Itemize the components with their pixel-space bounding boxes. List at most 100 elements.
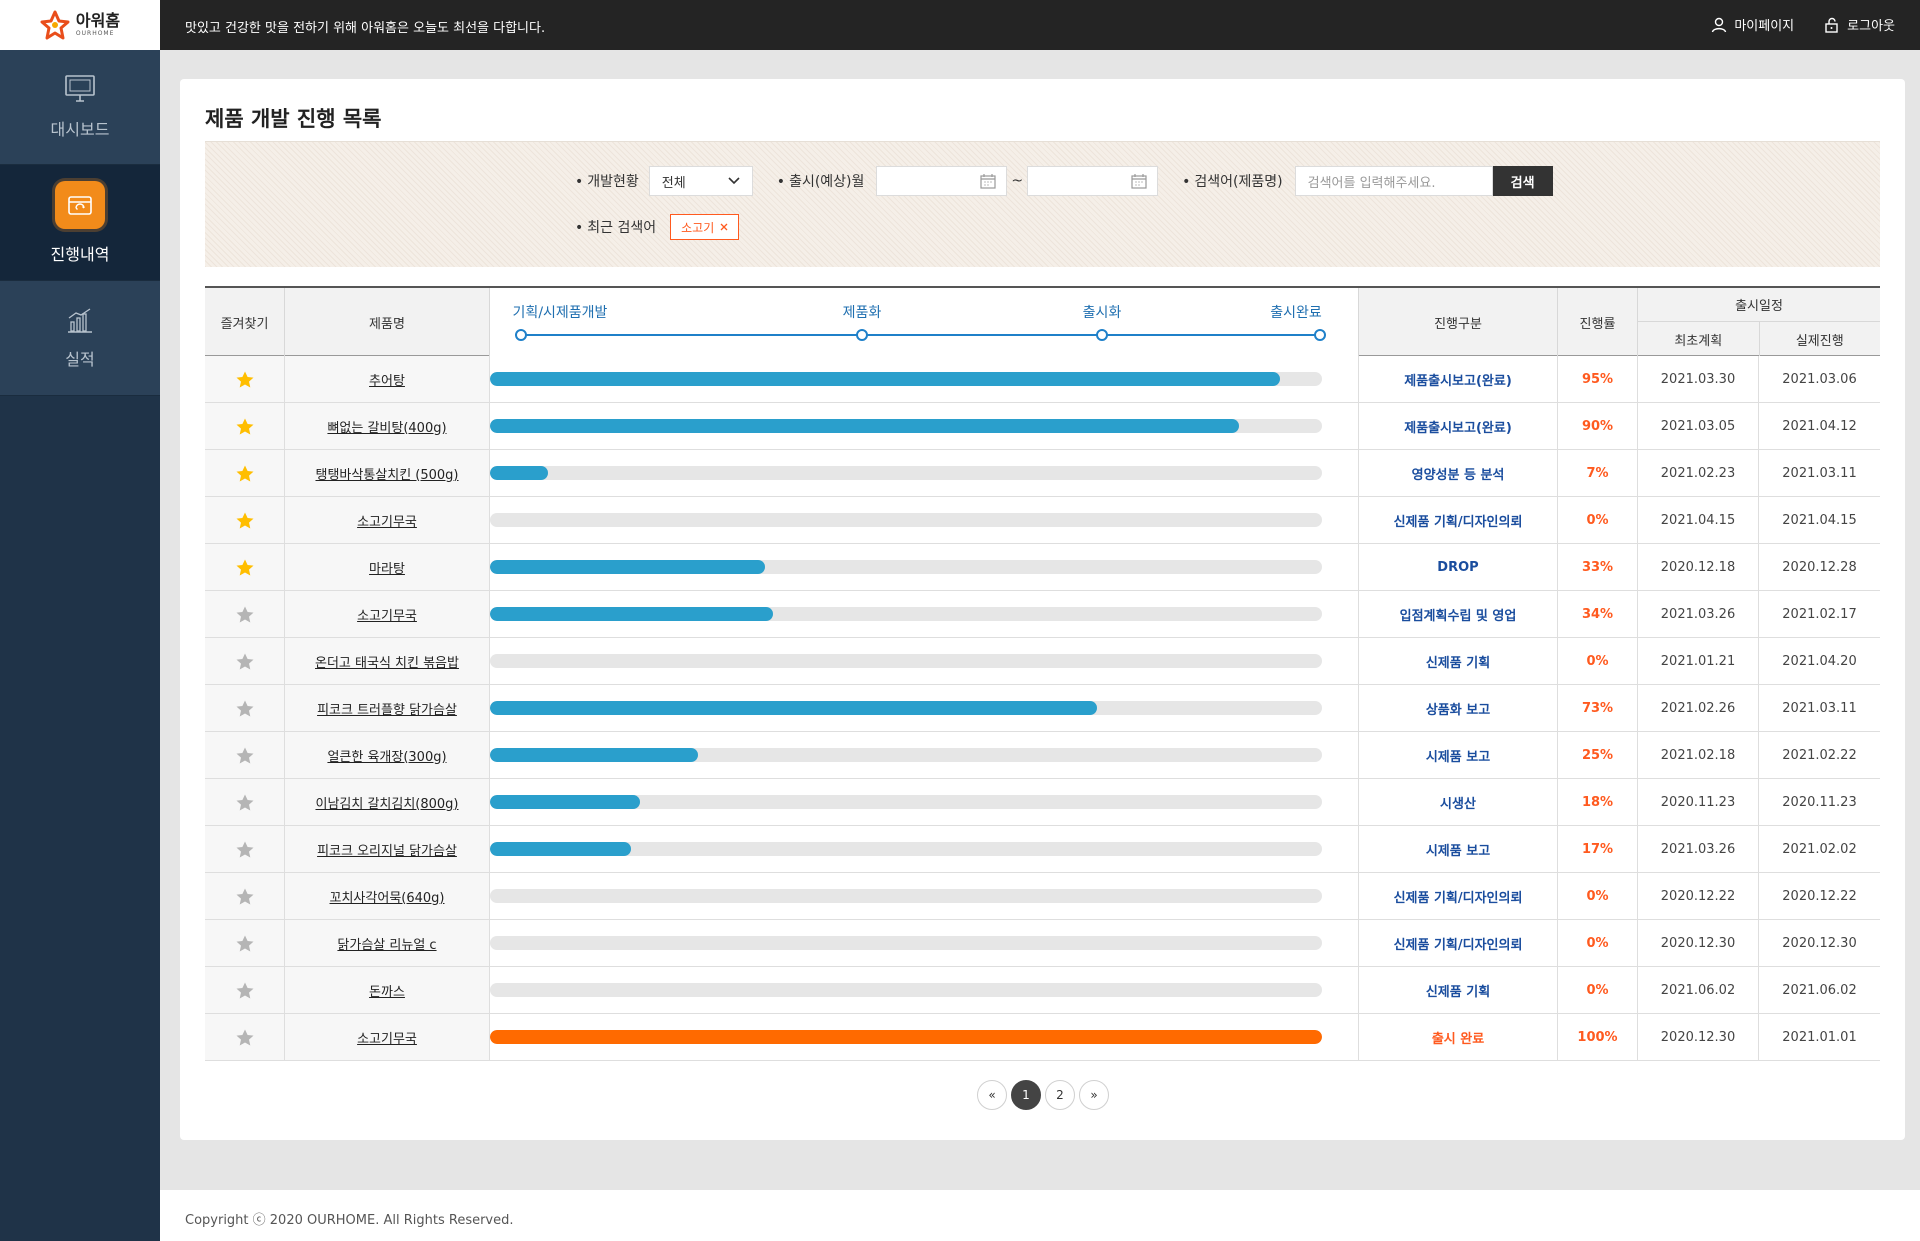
release-month-label: 출시(예상)월 xyxy=(777,171,864,191)
favorite-cell xyxy=(205,544,285,590)
star-icon[interactable] xyxy=(235,840,255,859)
keyword-label: 검색어(제품명) xyxy=(1182,171,1282,191)
sidebar-item-dashboard[interactable]: 대시보드 xyxy=(0,50,160,165)
prev-page-button[interactable]: « xyxy=(977,1080,1007,1110)
table-row: 소고기무국 입점계획수립 및 영업 34% 2021.03.26 2021.02.17 xyxy=(205,591,1880,638)
product-name-link[interactable]: 이남김치 갈치김치(800g) xyxy=(285,779,490,825)
logout-label: 로그아웃 xyxy=(1847,19,1895,34)
th-name: 제품명 xyxy=(285,288,490,356)
progress-cell xyxy=(490,1014,1359,1060)
table-row: 얼큰한 육개장(300g) 시제품 보고 25% 2021.02.18 2021.02.… xyxy=(205,732,1880,779)
actual-date-cell: 2021.02.22 xyxy=(1782,747,1857,763)
progress-bar xyxy=(490,936,1322,950)
progress-bar-fill xyxy=(490,607,773,621)
star-icon[interactable] xyxy=(235,934,255,953)
star-icon[interactable] xyxy=(235,652,255,671)
product-name-link[interactable]: 피코크 오리지널 닭가슴살 xyxy=(285,826,490,872)
status-select-value: 전체 xyxy=(661,175,686,191)
footer: Copyright ⓒ 2020 OURHOME. All Rights Res… xyxy=(160,1190,1920,1241)
favorite-cell xyxy=(205,356,285,402)
rate-cell: 0% xyxy=(1558,497,1638,543)
progress-bar xyxy=(490,842,1322,856)
plan-date-cell: 2021.03.05 xyxy=(1638,403,1759,449)
product-name-link[interactable]: 마라탕 xyxy=(285,544,490,590)
favorite-cell xyxy=(205,826,285,872)
main-panel: 제품 개발 진행 목록 개발현황 전체 출시(예상)월 ~ 검색어(제품명) 검… xyxy=(180,79,1905,1140)
actual-date-cell: 2021.06.02 xyxy=(1782,982,1857,998)
actual-date-cell: 2021.02.02 xyxy=(1782,841,1857,857)
product-name-link[interactable]: 돈까스 xyxy=(285,967,490,1013)
plan-date-cell: 2020.12.30 xyxy=(1638,1014,1759,1060)
progress-bar-fill xyxy=(490,466,549,480)
progress-cell xyxy=(490,967,1359,1013)
logo-subtext: OURHOME xyxy=(75,30,115,37)
progress-bar xyxy=(490,701,1322,715)
recent-keyword-tag[interactable]: 소고기 xyxy=(670,214,740,240)
status-select[interactable]: 전체 xyxy=(648,166,753,196)
star-icon[interactable] xyxy=(235,1028,255,1047)
progress-bar xyxy=(490,983,1322,997)
product-name-link[interactable]: 뼈없는 갈비탕(400g) xyxy=(285,403,490,449)
star-icon[interactable] xyxy=(235,605,255,624)
star-icon[interactable] xyxy=(235,746,255,765)
actual-date-cell: 2021.02.17 xyxy=(1782,606,1857,622)
mypage-link[interactable]: 마이페이지 xyxy=(1711,15,1794,34)
product-name-link[interactable]: 피코크 트러플향 닭가슴살 xyxy=(285,685,490,731)
close-icon[interactable] xyxy=(720,223,728,231)
package-icon xyxy=(55,180,105,229)
plan-date-cell: 2020.12.30 xyxy=(1638,920,1759,966)
sidebar-item-label: 진행내역 xyxy=(50,244,110,264)
star-icon[interactable] xyxy=(235,887,255,906)
th-status: 진행구분 xyxy=(1359,288,1558,356)
rate-cell: 17% xyxy=(1558,826,1638,872)
sidebar-item-performance[interactable]: 실적 xyxy=(0,281,160,396)
favorite-cell xyxy=(205,1014,285,1060)
star-icon[interactable] xyxy=(235,464,255,483)
progress-cell xyxy=(490,873,1359,919)
logo[interactable]: 아워홈 OURHOME xyxy=(0,0,160,50)
progress-cell xyxy=(490,591,1359,637)
monitor-icon xyxy=(65,75,95,102)
product-name-link[interactable]: 온더고 태국식 치킨 볶음밥 xyxy=(285,638,490,684)
date-start-field[interactable] xyxy=(876,166,1008,196)
favorite-cell xyxy=(205,685,285,731)
product-name-link[interactable]: 소고기무국 xyxy=(285,497,490,543)
status-cell: 입점계획수립 및 영업 xyxy=(1359,591,1558,637)
product-name-link[interactable]: 소고기무국 xyxy=(285,1014,490,1060)
filter-box: 개발현황 전체 출시(예상)월 ~ 검색어(제품명) 검색어를 입력해주세요. … xyxy=(205,141,1880,267)
product-name-link[interactable]: 꼬치사각어묵(640g) xyxy=(285,873,490,919)
date-separator: ~ xyxy=(1011,173,1024,189)
star-icon[interactable] xyxy=(235,511,255,530)
date-end-field[interactable] xyxy=(1027,166,1159,196)
page-2-button[interactable]: 2 xyxy=(1045,1080,1075,1110)
page-1-button[interactable]: 1 xyxy=(1011,1080,1041,1110)
progress-bar xyxy=(490,748,1322,762)
product-name-link[interactable]: 얼큰한 육개장(300g) xyxy=(285,732,490,778)
search-button[interactable]: 검색 xyxy=(1492,166,1553,196)
milestone-dot xyxy=(515,329,527,341)
actual-date-cell: 2021.01.01 xyxy=(1782,1029,1857,1045)
th-rate: 진행률 xyxy=(1558,288,1638,356)
next-page-button[interactable]: » xyxy=(1079,1080,1109,1110)
actual-date-cell: 2020.12.30 xyxy=(1782,935,1857,951)
actual-date-cell: 2021.04.15 xyxy=(1782,512,1857,528)
star-icon[interactable] xyxy=(235,793,255,812)
sidebar-item-progress[interactable]: 진행내역 xyxy=(0,165,160,281)
status-cell: 시제품 보고 xyxy=(1359,732,1558,778)
star-icon[interactable] xyxy=(235,699,255,718)
product-name-link[interactable]: 닭가슴살 리뉴얼 c xyxy=(285,920,490,966)
progress-bar-fill xyxy=(490,372,1281,386)
rate-cell: 100% xyxy=(1558,1014,1638,1060)
star-icon[interactable] xyxy=(235,981,255,1000)
product-name-link[interactable]: 소고기무국 xyxy=(285,591,490,637)
search-input[interactable]: 검색어를 입력해주세요. xyxy=(1294,166,1493,196)
actual-date-cell: 2020.12.22 xyxy=(1782,888,1857,904)
product-name-link[interactable]: 추어탕 xyxy=(285,356,490,402)
star-icon[interactable] xyxy=(235,417,255,436)
product-name-link[interactable]: 탱탱바삭통살치킨 (500g) xyxy=(285,450,490,496)
progress-bar xyxy=(490,654,1322,668)
progress-bar xyxy=(490,466,1322,480)
logout-link[interactable]: 로그아웃 xyxy=(1824,15,1895,34)
star-icon[interactable] xyxy=(235,370,255,389)
star-icon[interactable] xyxy=(235,558,255,577)
